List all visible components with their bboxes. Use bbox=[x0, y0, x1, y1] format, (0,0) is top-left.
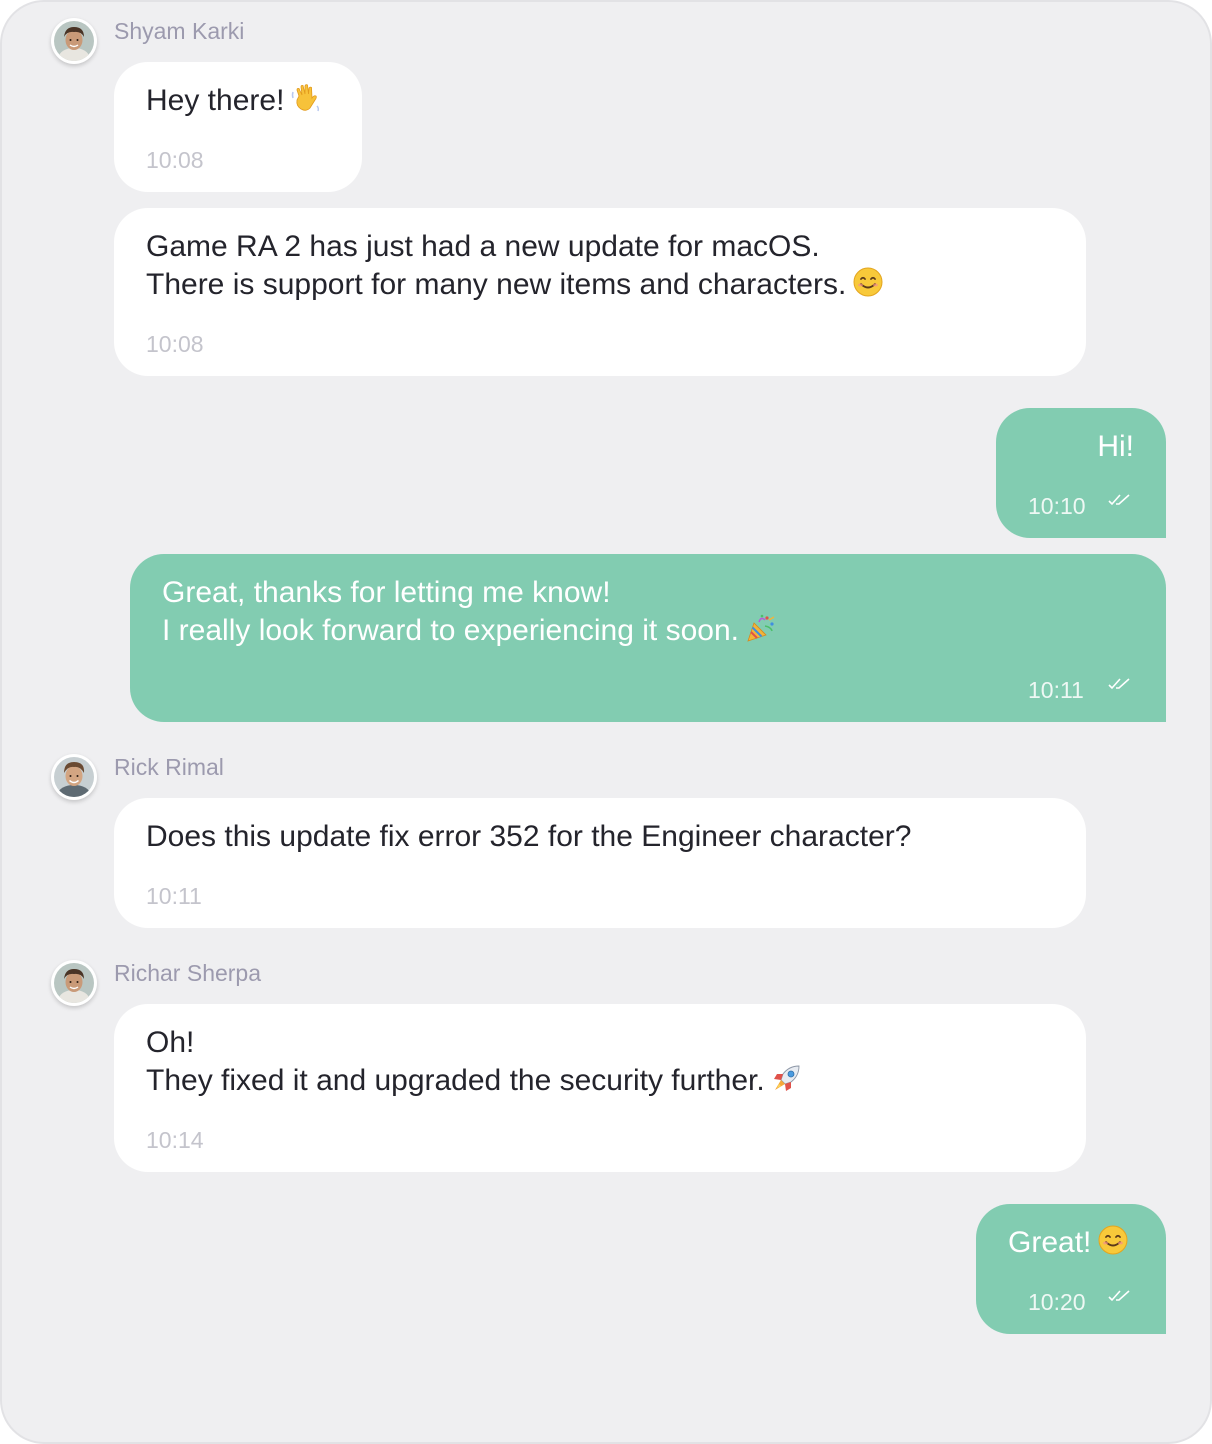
message-timestamp: 10:11 bbox=[1028, 677, 1084, 703]
message-text: I really look forward to experiencing it… bbox=[162, 612, 1134, 650]
message-bubble-outgoing[interactable]: Great! 10:20 bbox=[976, 1204, 1166, 1334]
message-bubble[interactable]: Does this update fix error 352 for the E… bbox=[114, 798, 1086, 928]
avatar[interactable] bbox=[51, 960, 97, 1006]
message-text: They fixed it and upgraded the security … bbox=[146, 1062, 1054, 1100]
avatar-photo-icon bbox=[54, 21, 94, 61]
waving-hand-icon bbox=[292, 84, 320, 112]
message-text: Game RA 2 has just had a new update for … bbox=[146, 230, 820, 263]
avatar-photo-icon bbox=[54, 963, 94, 1003]
message-timestamp: 10:08 bbox=[146, 147, 204, 173]
smiling-face-icon bbox=[853, 267, 883, 297]
avatar[interactable] bbox=[51, 754, 97, 800]
avatar[interactable] bbox=[51, 18, 97, 64]
message-text: There is support for many new items and … bbox=[146, 266, 1054, 304]
double-check-icon bbox=[1108, 1290, 1130, 1302]
message-text: Oh! bbox=[146, 1026, 195, 1059]
sender-name: Rick Rimal bbox=[114, 754, 224, 780]
party-popper-icon bbox=[747, 614, 775, 642]
sender-name: Shyam Karki bbox=[114, 18, 245, 44]
message-text: Hi! bbox=[1097, 430, 1134, 463]
message-timestamp: 10:08 bbox=[146, 331, 204, 357]
message-timestamp: 10:20 bbox=[1028, 1289, 1086, 1315]
avatar-photo-icon bbox=[54, 757, 94, 797]
message-timestamp: 10:14 bbox=[146, 1127, 204, 1153]
message-bubble[interactable]: Oh! They fixed it and upgraded the secur… bbox=[114, 1004, 1086, 1172]
message-text: Great! bbox=[1008, 1224, 1134, 1262]
message-bubble-outgoing[interactable]: Great, thanks for letting me know! I rea… bbox=[130, 554, 1166, 722]
message-bubble[interactable]: Game RA 2 has just had a new update for … bbox=[114, 208, 1086, 376]
message-text: Hey there! bbox=[146, 82, 330, 120]
message-timestamp: 10:11 bbox=[146, 883, 202, 909]
chat-panel: Shyam Karki Hey there! 10:08 Game RA 2 h… bbox=[0, 0, 1212, 1444]
message-text: Great, thanks for letting me know! bbox=[162, 576, 611, 609]
message-text: Does this update fix error 352 for the E… bbox=[146, 820, 912, 853]
sender-name: Richar Sherpa bbox=[114, 960, 262, 986]
rocket-icon bbox=[773, 1065, 800, 1091]
double-check-icon bbox=[1108, 494, 1130, 506]
message-bubble[interactable]: Hey there! 10:08 bbox=[114, 62, 362, 192]
double-check-icon bbox=[1108, 678, 1130, 690]
smiling-face-icon bbox=[1098, 1225, 1128, 1255]
message-bubble-outgoing[interactable]: Hi! 10:10 bbox=[996, 408, 1166, 538]
message-timestamp: 10:10 bbox=[1028, 493, 1086, 519]
